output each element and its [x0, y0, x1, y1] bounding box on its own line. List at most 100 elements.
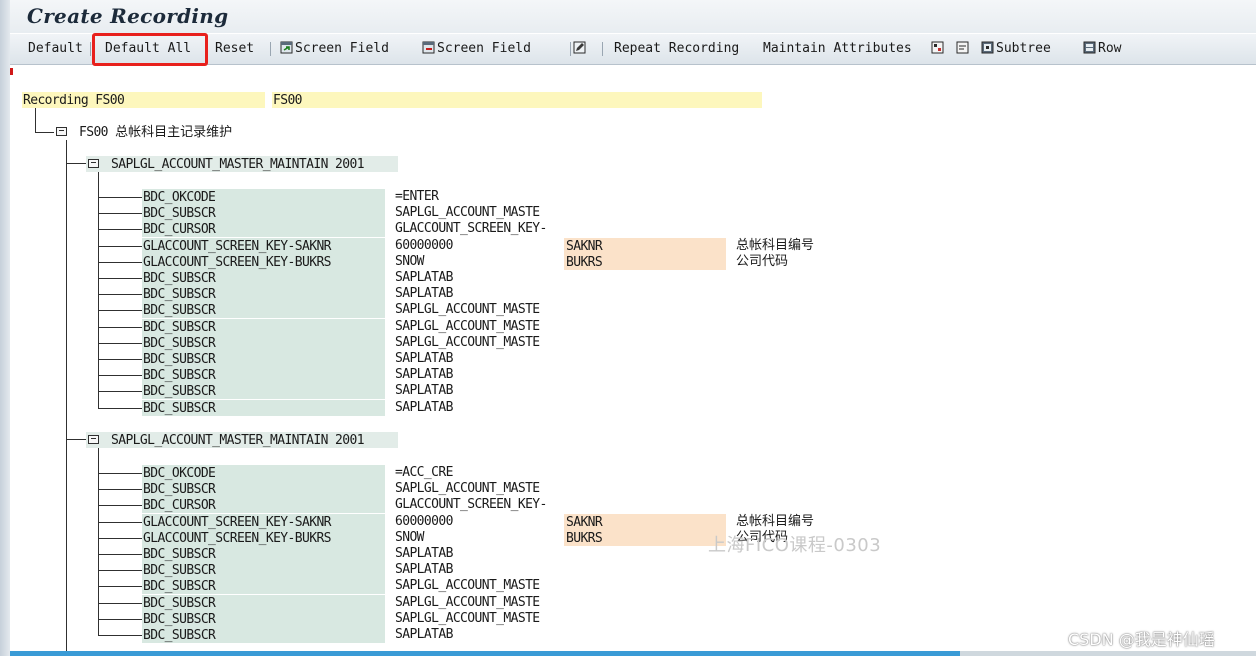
field-value[interactable]: SAPLATAB	[395, 270, 453, 286]
repeat-recording-button[interactable]: Repeat Recording	[614, 40, 739, 58]
field-value[interactable]: SAPLATAB	[395, 562, 453, 578]
field-name-cell[interactable]: GLACCOUNT_SCREEN_KEY-SAKNR	[142, 514, 385, 530]
field-value[interactable]: SAPLGL_ACCOUNT_MASTE	[395, 578, 540, 594]
maintain-attributes-button[interactable]: Maintain Attributes	[763, 40, 912, 58]
delete-screen-field-button[interactable]: Screen Field	[422, 40, 531, 58]
tree-line	[66, 439, 86, 440]
field-name-cell[interactable]: BDC_SUBSCR	[142, 319, 385, 335]
field-name-cell[interactable]: BDC_SUBSCR	[142, 578, 385, 594]
field-name-cell[interactable]: BDC_SUBSCR	[142, 562, 385, 578]
field-name-cell[interactable]: GLACCOUNT_SCREEN_KEY-SAKNR	[142, 238, 385, 254]
expand-all-button[interactable]	[931, 40, 946, 58]
recording-label: Recording FS00	[23, 93, 125, 108]
tree-line	[98, 505, 142, 506]
field-name-cell[interactable]: BDC_OKCODE	[142, 465, 385, 481]
field-value[interactable]: SAPLGL_ACCOUNT_MASTE	[395, 302, 540, 318]
collapse-all-button[interactable]	[956, 40, 971, 58]
field-name: BDC_CURSOR	[143, 222, 216, 237]
edit-button[interactable]	[573, 40, 588, 58]
field-name: BDC_SUBSCR	[143, 352, 216, 367]
tree-line	[98, 294, 142, 295]
field-value[interactable]: SAPLATAB	[395, 383, 453, 399]
toolbar-separator	[570, 42, 571, 56]
field-name-cell[interactable]: GLACCOUNT_SCREEN_KEY-BUKRS	[142, 530, 385, 546]
field-value[interactable]: SNOW	[395, 530, 556, 546]
field-name-cell[interactable]: BDC_SUBSCR	[142, 611, 385, 627]
field-value[interactable]: SAPLATAB	[395, 367, 453, 383]
technical-name-cell: BUKRS	[564, 254, 726, 270]
field-value[interactable]: 60000000	[395, 514, 556, 530]
field-name-cell[interactable]: BDC_CURSOR	[142, 497, 385, 513]
reset-button[interactable]: Reset	[215, 40, 254, 58]
row-button[interactable]: Row	[1083, 40, 1121, 58]
field-name-cell[interactable]: BDC_SUBSCR	[142, 546, 385, 562]
field-value[interactable]: GLACCOUNT_SCREEN_KEY-	[395, 497, 547, 513]
field-value[interactable]: SAPLATAB	[395, 351, 453, 367]
field-name: BDC_SUBSCR	[143, 563, 216, 578]
horizontal-scrollbar[interactable]	[10, 651, 960, 656]
csdn-watermark: CSDN @我是神仙瑶	[1068, 630, 1215, 649]
tree-line	[35, 132, 54, 133]
technical-name-cell: BUKRS	[564, 530, 726, 546]
field-name-cell[interactable]: GLACCOUNT_SCREEN_KEY-BUKRS	[142, 254, 385, 270]
field-name: BDC_SUBSCR	[143, 482, 216, 497]
expand-tree-icon	[931, 41, 944, 54]
field-name-cell[interactable]: BDC_SUBSCR	[142, 400, 385, 416]
field-name: GLACCOUNT_SCREEN_KEY-SAKNR	[143, 239, 332, 254]
field-name: BDC_SUBSCR	[143, 628, 216, 643]
application-toolbar: Default Default All Reset Screen Field S…	[10, 34, 1256, 65]
technical-name: SAKNR	[566, 239, 603, 254]
folder-icon[interactable]	[56, 127, 67, 136]
field-value[interactable]: =ENTER	[395, 189, 439, 205]
field-value[interactable]: =ACC_CRE	[395, 465, 453, 481]
tree-line	[98, 586, 142, 587]
field-name-cell[interactable]: BDC_SUBSCR	[142, 335, 385, 351]
tree-line	[98, 172, 99, 408]
field-name-cell[interactable]: BDC_SUBSCR	[142, 351, 385, 367]
field-value[interactable]: 60000000	[395, 238, 556, 254]
field-name-cell[interactable]: BDC_SUBSCR	[142, 383, 385, 399]
field-name-cell[interactable]: BDC_OKCODE	[142, 189, 385, 205]
insert-screen-field-button[interactable]: Screen Field	[280, 40, 389, 58]
field-name-cell[interactable]: BDC_SUBSCR	[142, 205, 385, 221]
field-value[interactable]: SAPLATAB	[395, 400, 453, 416]
folder-icon[interactable]	[88, 435, 99, 444]
field-name: BDC_OKCODE	[143, 190, 216, 205]
field-value[interactable]: SNOW	[395, 254, 556, 270]
field-value[interactable]: SAPLGL_ACCOUNT_MASTE	[395, 335, 540, 351]
toolbar-separator	[602, 42, 603, 56]
field-name: GLACCOUNT_SCREEN_KEY-BUKRS	[143, 255, 332, 270]
transaction-node[interactable]: FS00 总帐科目主记录维护	[79, 125, 232, 140]
field-name-cell[interactable]: BDC_SUBSCR	[142, 595, 385, 611]
field-value[interactable]: SAPLGL_ACCOUNT_MASTE	[395, 205, 540, 221]
field-name-cell[interactable]: BDC_SUBSCR	[142, 270, 385, 286]
field-value[interactable]: SAPLATAB	[395, 546, 453, 562]
field-name: BDC_OKCODE	[143, 466, 216, 481]
field-value[interactable]: SAPLGL_ACCOUNT_MASTE	[395, 595, 540, 611]
delete-screen-field-label: Screen Field	[437, 41, 531, 56]
field-name-cell[interactable]: BDC_SUBSCR	[142, 367, 385, 383]
field-name: BDC_SUBSCR	[143, 547, 216, 562]
field-name-cell[interactable]: BDC_CURSOR	[142, 221, 385, 237]
default-all-button[interactable]: Default All	[105, 40, 191, 58]
field-value[interactable]: GLACCOUNT_SCREEN_KEY-	[395, 221, 547, 237]
folder-icon[interactable]	[88, 159, 99, 168]
watermark: 上海FICO课程-0303	[708, 535, 882, 556]
field-value[interactable]: SAPLATAB	[395, 627, 453, 643]
subtree-label: Subtree	[996, 41, 1051, 56]
field-name-cell[interactable]: BDC_SUBSCR	[142, 302, 385, 318]
field-value[interactable]: SAPLGL_ACCOUNT_MASTE	[395, 319, 540, 335]
field-name-cell[interactable]: BDC_SUBSCR	[142, 286, 385, 302]
field-name-cell[interactable]: BDC_SUBSCR	[142, 627, 385, 643]
field-value[interactable]: SAPLGL_ACCOUNT_MASTE	[395, 611, 540, 627]
field-value[interactable]: SAPLATAB	[395, 286, 453, 302]
horizontal-scrollbar-track[interactable]	[960, 651, 1256, 656]
field-value[interactable]: SAPLGL_ACCOUNT_MASTE	[395, 481, 540, 497]
screen-title: SAPLGL_ACCOUNT_MASTER_MAINTAIN 2001	[111, 433, 365, 448]
tree-line	[98, 197, 142, 198]
technical-name-cell: SAKNR	[564, 238, 726, 254]
subtree-button[interactable]: Subtree	[981, 40, 1051, 58]
field-name-cell[interactable]: BDC_SUBSCR	[142, 481, 385, 497]
field-name: BDC_SUBSCR	[143, 287, 216, 302]
default-button[interactable]: Default	[28, 40, 83, 58]
